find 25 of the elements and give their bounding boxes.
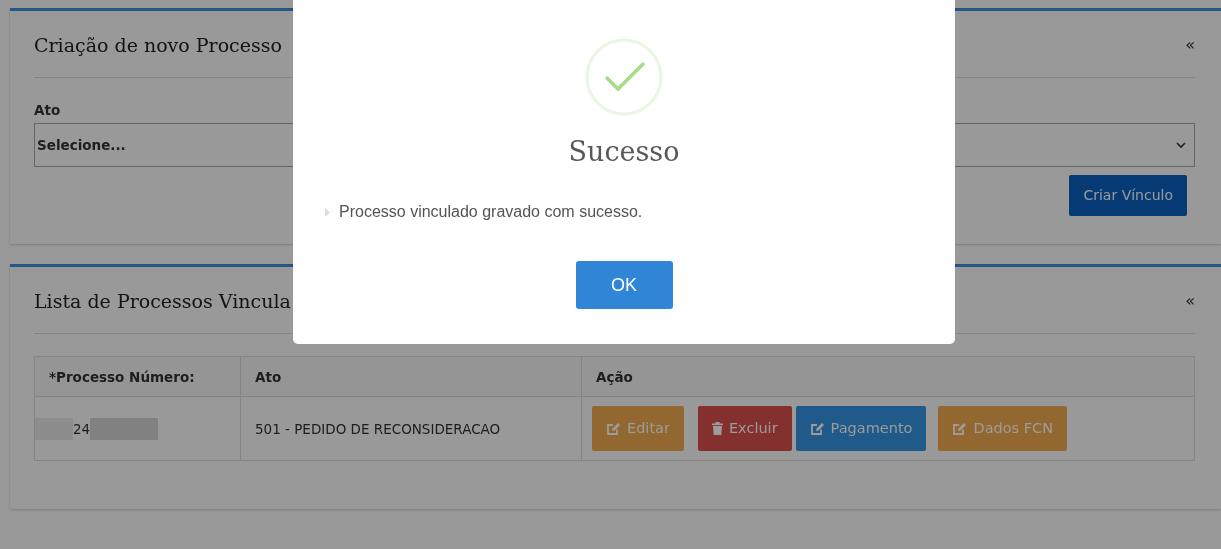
pencil-square-icon xyxy=(809,421,825,436)
dialog-title: Sucesso xyxy=(568,136,680,169)
select-value: Selecione... xyxy=(37,136,126,156)
create-link-button[interactable]: Criar Vínculo xyxy=(1069,175,1187,217)
table-cell: 501 - PEDIDO DE RECONSIDERACAO xyxy=(240,396,582,461)
column-header: Ação xyxy=(581,356,1195,397)
collapse-toggle[interactable]: « xyxy=(1185,33,1195,57)
dialog-message: Processo vinculado gravado com sucesso. xyxy=(339,202,643,223)
field-label: Ato xyxy=(34,101,62,120)
success-check-icon xyxy=(585,38,663,116)
column-header: Ato xyxy=(240,356,582,397)
redacted-block xyxy=(90,417,159,440)
chevron-down-icon xyxy=(1176,141,1186,149)
ok-button[interactable]: OK xyxy=(575,261,673,310)
pencil-square-icon xyxy=(952,421,968,436)
panel-title: Criação de novo Processo xyxy=(34,33,282,57)
collapse-toggle[interactable]: « xyxy=(1185,289,1195,314)
action-button[interactable]: Pagamento xyxy=(795,406,927,452)
trash-icon xyxy=(711,422,723,436)
process-number: 24 xyxy=(73,419,91,439)
column-header: *Processo Número: xyxy=(34,356,241,397)
action-button[interactable]: Excluir xyxy=(697,406,792,452)
pencil-square-icon xyxy=(606,421,621,436)
triangle-icon xyxy=(325,207,330,217)
panel-title: Lista de Processos Vincula xyxy=(34,289,291,313)
